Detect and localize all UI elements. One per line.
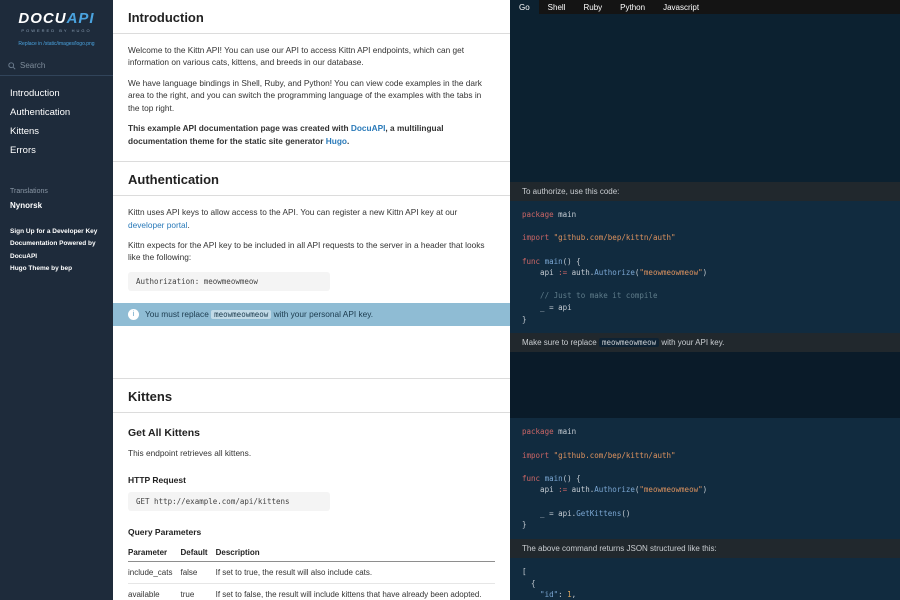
logo: DOCUAPI POWERED BY HUGO <box>0 0 113 35</box>
json-result-annotation: The above command returns JSON structure… <box>510 539 900 558</box>
search-icon <box>8 62 16 70</box>
kittens-paragraph-1: This endpoint retrieves all kittens. <box>128 447 495 459</box>
footer-link-1[interactable]: Documentation Powered by DocuAPI <box>10 238 103 263</box>
search-box[interactable] <box>0 57 113 76</box>
table-cell: If set to false, the result will include… <box>216 584 495 600</box>
logo-replace-note-link[interactable]: Replace in /static/images/logo.png <box>0 41 113 47</box>
api-key-notice: i You must replace meowmeowmeow with you… <box>113 303 510 326</box>
authentication-title: Authentication <box>113 162 510 196</box>
http-request-code: GET http://example.com/api/kittens <box>128 492 330 511</box>
table-row: availabletrueIf set to false, the result… <box>128 584 495 600</box>
code-panel: GoShellRubyPythonJavascript To authorize… <box>510 0 900 600</box>
sidebar-item-introduction[interactable]: Introduction <box>0 84 113 103</box>
meowmeowmeow-code-dark: meowmeowmeow <box>599 338 659 347</box>
info-icon: i <box>128 309 139 320</box>
kittens-title: Kittens <box>113 379 510 413</box>
lang-tab-ruby[interactable]: Ruby <box>574 0 611 14</box>
query-parameters-title: Query Parameters <box>128 527 495 537</box>
get-all-kittens-title: Get All Kittens <box>128 427 495 439</box>
section-introduction: Introduction Welcome to the Kittn API! Y… <box>113 0 510 147</box>
authorization-header-code: Authorization: meowmeowmeow <box>128 272 330 291</box>
section-kittens: Kittens Get All Kittens This endpoint re… <box>113 378 510 600</box>
logo-tagline: POWERED BY HUGO <box>4 28 109 33</box>
lang-tab-shell[interactable]: Shell <box>539 0 575 14</box>
sidebar: DOCUAPI POWERED BY HUGO Replace in /stat… <box>0 0 113 600</box>
authorize-annotation: To authorize, use this code: <box>510 182 900 201</box>
go-get-kittens-code-block: package main import "github.com/bep/kitt… <box>510 418 900 539</box>
app-window: DOCUAPI POWERED BY HUGO Replace in /stat… <box>0 0 900 600</box>
code-panel-spacer-dark <box>510 352 900 418</box>
translations-title: Translations <box>10 188 103 195</box>
sidebar-nav: IntroductionAuthenticationKittensErrors <box>0 84 113 160</box>
go-auth-code-block: package main import "github.com/bep/kitt… <box>510 201 900 333</box>
query-parameters-table: ParameterDefaultDescription include_cats… <box>128 544 495 600</box>
sidebar-footer: Sign Up for a Developer KeyDocumentation… <box>0 226 113 275</box>
query-parameters-thead: ParameterDefaultDescription <box>128 544 495 562</box>
logo-text-accent: API <box>67 10 95 27</box>
section-authentication: Authentication Kittn uses API keys to al… <box>113 161 510 326</box>
sidebar-item-errors[interactable]: Errors <box>0 141 113 160</box>
introduction-title: Introduction <box>113 0 510 34</box>
introduction-paragraph-2: We have language bindings in Shell, Ruby… <box>128 77 495 114</box>
footer-link-0[interactable]: Sign Up for a Developer Key <box>10 226 103 238</box>
table-cell: available <box>128 584 180 600</box>
authentication-paragraph-2: Kittn expects for the API key to be incl… <box>128 239 495 264</box>
replace-key-annotation: Make sure to replace meowmeowmeow with y… <box>510 333 900 352</box>
introduction-paragraph-1: Welcome to the Kittn API! You can use ou… <box>128 44 495 69</box>
sidebar-item-authentication[interactable]: Authentication <box>0 103 113 122</box>
footer-link-2[interactable]: Hugo Theme by bep <box>10 263 103 275</box>
lang-tab-python[interactable]: Python <box>611 0 654 14</box>
meowmeowmeow-code: meowmeowmeow <box>211 310 271 319</box>
lang-tab-go[interactable]: Go <box>510 0 539 14</box>
sidebar-item-kittens[interactable]: Kittens <box>0 122 113 141</box>
http-request-title: HTTP Request <box>128 475 495 485</box>
main-content: Introduction Welcome to the Kittn API! Y… <box>113 0 510 600</box>
authentication-paragraph-1: Kittn uses API keys to allow access to t… <box>128 206 495 231</box>
language-tabs: GoShellRubyPythonJavascript <box>510 0 900 14</box>
introduction-paragraph-3: This example API documentation page was … <box>128 122 495 147</box>
table-header-parameter: Parameter <box>128 544 180 562</box>
logo-text-main: DOCU <box>18 10 66 27</box>
translations-list: Nynorsk <box>10 199 103 212</box>
table-cell: true <box>180 584 215 600</box>
table-header-description: Description <box>216 544 495 562</box>
json-result-code-block: [ { "id": 1, "name": "Fluffums", "breed"… <box>510 558 900 600</box>
translations-section: Translations Nynorsk <box>0 188 113 212</box>
lang-tab-javascript[interactable]: Javascript <box>654 0 708 14</box>
table-row: include_catsfalseIf set to true, the res… <box>128 562 495 584</box>
table-cell: include_cats <box>128 562 180 584</box>
hugo-link[interactable]: Hugo <box>326 136 347 146</box>
search-input[interactable] <box>20 61 100 70</box>
developer-portal-link[interactable]: developer portal <box>128 220 188 230</box>
translation-link-nynorsk[interactable]: Nynorsk <box>10 199 103 212</box>
table-header-default: Default <box>180 544 215 562</box>
query-parameters-tbody: include_catsfalseIf set to true, the res… <box>128 562 495 600</box>
code-panel-spacer <box>510 14 900 182</box>
table-cell: false <box>180 562 215 584</box>
table-cell: If set to true, the result will also inc… <box>216 562 495 584</box>
docuapi-link[interactable]: DocuAPI <box>351 123 386 133</box>
